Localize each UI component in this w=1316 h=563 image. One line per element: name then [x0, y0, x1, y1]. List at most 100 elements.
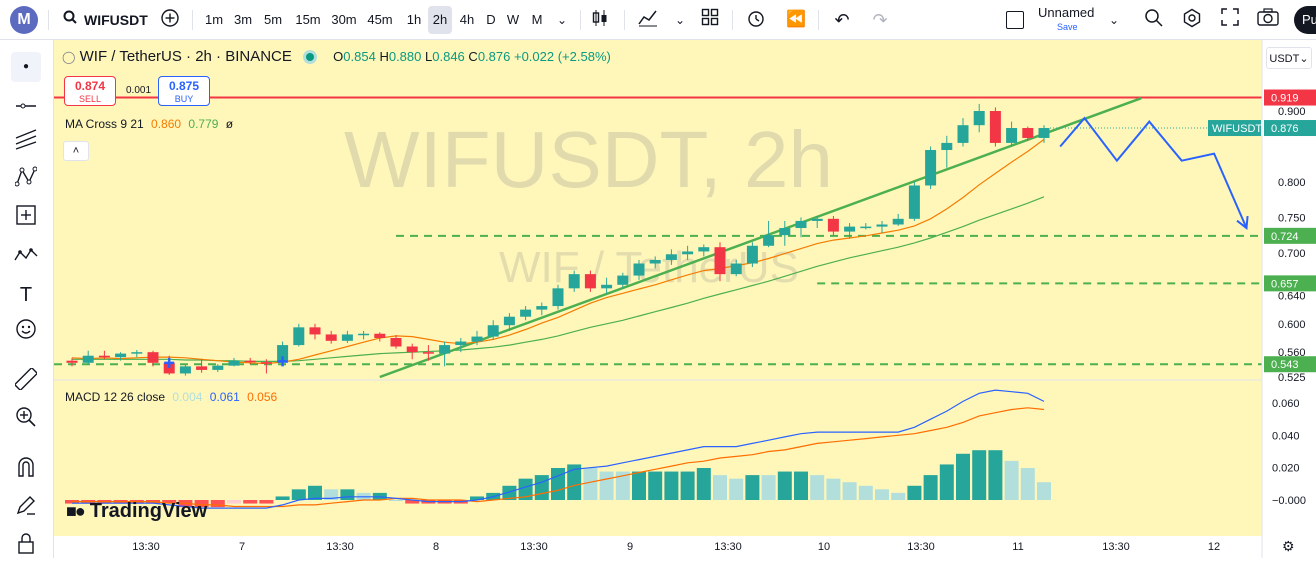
- eye-icon[interactable]: ◯: [62, 50, 76, 64]
- candle[interactable]: [179, 366, 191, 374]
- timeframe-4h[interactable]: 4h: [455, 6, 479, 34]
- publish-button[interactable]: Pu: [1294, 6, 1316, 34]
- candle[interactable]: [196, 366, 208, 370]
- axis-settings-icon[interactable]: ⚙: [1282, 538, 1295, 555]
- sell-button[interactable]: 0.874 SELL: [64, 76, 116, 106]
- candle[interactable]: [957, 125, 969, 143]
- candle[interactable]: [503, 316, 515, 326]
- chart-area[interactable]: WIFUSDT, 2h WIF / TetherUS 0.900 0.800 0.7…: [54, 40, 1316, 558]
- price-chart[interactable]: WIFUSDT, 2h WIF / TetherUS 0.9000.8000.7…: [54, 40, 1316, 558]
- candle[interactable]: [471, 336, 483, 342]
- candle[interactable]: [536, 306, 548, 310]
- candle[interactable]: [293, 327, 305, 346]
- quick-search-icon[interactable]: [1142, 8, 1166, 32]
- candle[interactable]: [260, 362, 272, 364]
- candle[interactable]: [860, 226, 872, 229]
- candle[interactable]: [131, 352, 143, 354]
- candle[interactable]: [309, 327, 321, 335]
- pattern-icon[interactable]: [11, 166, 41, 196]
- candle[interactable]: [406, 346, 418, 353]
- candle[interactable]: [455, 341, 467, 346]
- candle[interactable]: [892, 218, 904, 225]
- candle[interactable]: [520, 309, 532, 317]
- buy-button[interactable]: 0.875 BUY: [158, 76, 210, 106]
- templates-icon[interactable]: [698, 8, 722, 32]
- candle[interactable]: [568, 274, 580, 289]
- candle[interactable]: [601, 284, 613, 289]
- text-tool-icon[interactable]: T: [11, 280, 41, 310]
- timeframe-d[interactable]: D: [482, 6, 500, 34]
- brush-icon[interactable]: [11, 242, 41, 272]
- candle[interactable]: [633, 263, 645, 276]
- candle[interactable]: [698, 247, 710, 252]
- candle[interactable]: [763, 235, 775, 246]
- candle[interactable]: [115, 353, 127, 358]
- timeframe-15m[interactable]: 15m: [293, 6, 323, 34]
- candle[interactable]: [82, 355, 94, 363]
- candle[interactable]: [876, 224, 888, 227]
- crosshair-dot-icon[interactable]: ●: [11, 52, 41, 82]
- timeframe-2h[interactable]: 2h: [428, 6, 452, 34]
- zoom-in-icon[interactable]: [11, 406, 41, 436]
- symbol-title[interactable]: WIF / TetherUS · 2h · BINANCE: [80, 48, 292, 65]
- timeframe-1h[interactable]: 1h: [402, 6, 426, 34]
- search-icon[interactable]: [58, 8, 82, 32]
- logo[interactable]: M: [10, 6, 38, 34]
- candle[interactable]: [552, 288, 564, 307]
- candle[interactable]: [341, 334, 353, 341]
- candle[interactable]: [779, 228, 791, 236]
- candle[interactable]: [795, 220, 807, 229]
- candle[interactable]: [212, 365, 224, 370]
- candle[interactable]: [66, 360, 78, 363]
- trend-line-icon[interactable]: [11, 90, 41, 120]
- candle[interactable]: [147, 352, 159, 363]
- chevron-down-icon[interactable]: ⌄: [550, 8, 574, 32]
- timeframe-1m[interactable]: 1m: [202, 6, 226, 34]
- timeframe-45m[interactable]: 45m: [365, 6, 395, 34]
- undo-icon[interactable]: ↶: [830, 8, 854, 32]
- layout-checkbox-icon[interactable]: [1006, 11, 1024, 29]
- symbol-search[interactable]: WIFUSDT: [84, 0, 148, 40]
- candle[interactable]: [827, 218, 839, 232]
- timeframe-w[interactable]: W: [504, 6, 522, 34]
- parallel-lines-icon[interactable]: [11, 128, 41, 158]
- candle[interactable]: [925, 150, 937, 186]
- candle[interactable]: [98, 355, 110, 358]
- candle[interactable]: [487, 325, 499, 337]
- candle[interactable]: [617, 275, 629, 285]
- lock-drawing-icon[interactable]: [11, 494, 41, 524]
- chevron-down-icon[interactable]: ⌄: [1102, 8, 1126, 32]
- candle[interactable]: [682, 251, 694, 255]
- timeframe-30m[interactable]: 30m: [329, 6, 359, 34]
- settings-icon[interactable]: [1180, 8, 1204, 32]
- candle[interactable]: [1038, 128, 1050, 138]
- candle[interactable]: [584, 274, 596, 289]
- camera-icon[interactable]: [1256, 8, 1280, 32]
- candle[interactable]: [989, 111, 1001, 143]
- candle[interactable]: [374, 333, 386, 338]
- candle[interactable]: [908, 185, 920, 219]
- indicators-icon[interactable]: [636, 8, 660, 32]
- candle[interactable]: [844, 226, 856, 232]
- timeframe-5m[interactable]: 5m: [261, 6, 285, 34]
- candle[interactable]: [325, 334, 337, 341]
- candle[interactable]: [973, 111, 985, 126]
- candle[interactable]: [730, 263, 742, 275]
- timeframe-3m[interactable]: 3m: [231, 6, 255, 34]
- candle[interactable]: [390, 337, 402, 347]
- candle[interactable]: [941, 142, 953, 151]
- candle[interactable]: [422, 352, 434, 354]
- candles-icon[interactable]: [588, 8, 612, 32]
- candle[interactable]: [358, 333, 370, 336]
- measure-box-icon[interactable]: [11, 204, 41, 234]
- chevron-down-icon[interactable]: ⌄: [668, 8, 692, 32]
- candle[interactable]: [649, 259, 661, 264]
- candle[interactable]: [811, 218, 823, 221]
- candle[interactable]: [1022, 128, 1034, 138]
- candle[interactable]: [244, 360, 256, 363]
- ruler-icon[interactable]: [11, 366, 41, 398]
- replay-icon[interactable]: ⏪: [784, 8, 808, 32]
- ma-legend-label[interactable]: MA Cross 9 21: [65, 117, 144, 131]
- candle[interactable]: [228, 360, 240, 366]
- candle[interactable]: [1006, 128, 1018, 143]
